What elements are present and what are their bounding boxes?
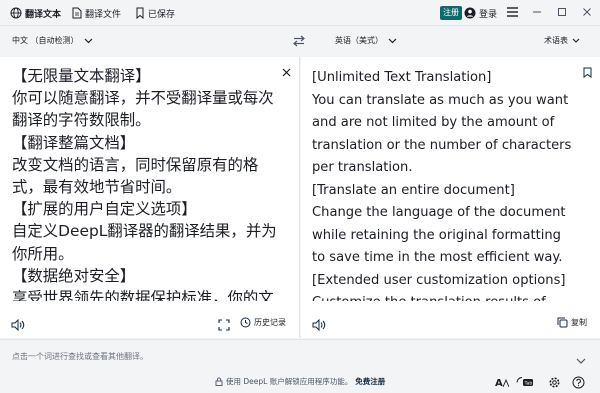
suggestion-bar: 点击一个词进行查找或查看其他翻译。	[0, 339, 600, 369]
swap-languages-icon[interactable]	[292, 33, 306, 52]
help-icon[interactable]	[572, 374, 585, 393]
copy-icon	[557, 317, 568, 328]
target-line: per translation.	[312, 160, 413, 175]
tab-label: 翻译文件	[85, 9, 122, 20]
tab-saved[interactable]: 已保存	[135, 4, 175, 22]
close-window-icon[interactable]	[580, 5, 594, 19]
target-line: translation or the number of characters	[312, 137, 572, 153]
target-line: [Translate an entire document]	[312, 182, 515, 198]
bottom-bar: 使用 DeepL 账户解锁应用程序功能。 免费注册 A Tab	[0, 370, 600, 393]
speaker-icon[interactable]	[312, 316, 326, 335]
language-bar: 中文 （自动检测） 英语（美式） 术语表	[0, 27, 600, 55]
target-language-label: 英语（美式）	[335, 36, 383, 45]
source-line: 改变文档的语言，同时保留原有的格	[12, 155, 259, 174]
history-icon	[240, 317, 251, 328]
title-bar: 翻译文本 翻译文件 已保存 注册 登录	[0, 0, 600, 26]
target-line: and are not limited by the amount of	[312, 115, 555, 130]
scan-text-icon[interactable]	[218, 316, 230, 335]
text-format-icon[interactable]: A	[495, 374, 510, 393]
source-panel: 【无限量文本翻译】 你可以随意翻译，并不受翻译量或每次 翻译的字符数限制。 【翻…	[0, 57, 300, 338]
promo-text: 使用 DeepL 账户解锁应用程序功能。	[226, 377, 353, 386]
source-line: 式，最有效地节省时间。	[12, 178, 182, 197]
chevron-down-icon[interactable]	[576, 350, 586, 369]
glossary-label: 术语表	[544, 36, 568, 45]
target-line: [Unlimited Text Translation]	[312, 70, 492, 85]
history-label: 历史记录	[254, 318, 286, 327]
login-label: 登录	[479, 9, 498, 20]
speaker-icon[interactable]	[11, 316, 25, 335]
source-panel-footer: 历史记录	[0, 308, 299, 338]
document-icon	[72, 7, 82, 19]
bookmark-icon	[136, 7, 144, 19]
tab-label: 已保存	[148, 9, 176, 20]
maximize-icon[interactable]	[555, 5, 569, 19]
target-language-select[interactable]: 英语（美式）	[335, 35, 397, 46]
svg-text:A: A	[495, 378, 503, 389]
target-line: while retaining the original formatting	[312, 227, 561, 243]
history-button[interactable]: 历史记录	[240, 317, 286, 328]
copy-button[interactable]: 复制	[557, 317, 587, 328]
source-line: 你可以随意翻译，并不受翻译量或每次	[12, 89, 274, 108]
bookmark-icon[interactable]	[583, 63, 592, 82]
source-language-label: 中文 （自动检测）	[12, 36, 79, 45]
source-text-area[interactable]: 【无限量文本翻译】 你可以随意翻译，并不受翻译量或每次 翻译的字符数限制。 【翻…	[12, 65, 282, 301]
target-line: [Extended user customization options]	[312, 272, 566, 288]
source-line: 你所用。	[12, 244, 74, 263]
user-icon	[464, 7, 476, 19]
account-promo: 使用 DeepL 账户解锁应用程序功能。 免费注册	[215, 376, 385, 387]
chevron-down-icon	[388, 38, 397, 43]
glossary-button[interactable]: 术语表	[544, 35, 580, 46]
keyboard-shortcut-icon[interactable]: Tab	[516, 374, 534, 393]
source-line: 【数据绝对安全】	[12, 266, 136, 285]
target-line: You can translate as much as you want	[312, 92, 569, 108]
source-language-select[interactable]: 中文 （自动检测）	[12, 35, 93, 46]
svg-text:Tab: Tab	[524, 381, 533, 387]
register-button[interactable]: 注册	[440, 6, 462, 20]
target-line: Change the language of the document	[312, 205, 566, 220]
tab-translate-files[interactable]: 翻译文件	[72, 4, 121, 22]
source-line: 【无限量文本翻译】	[12, 67, 151, 85]
menu-icon[interactable]	[505, 5, 519, 19]
chevron-down-icon	[84, 38, 92, 43]
target-panel-footer: 复制	[301, 308, 600, 338]
login-button[interactable]: 登录	[464, 5, 497, 21]
source-line: 享受世界领先的数据保护标准，你的文	[12, 289, 274, 301]
free-signup-link[interactable]: 免费注册	[355, 376, 385, 387]
tab-translate-text[interactable]: 翻译文本	[10, 4, 61, 22]
clear-text-icon[interactable]	[282, 62, 291, 81]
settings-icon[interactable]	[548, 374, 561, 393]
copy-label: 复制	[571, 318, 587, 327]
suggestion-hint: 点击一个词进行查找或查看其他翻译。	[12, 352, 148, 361]
source-line: 自定义DeepL翻译器的翻译结果，并为	[12, 222, 277, 241]
source-line: 【扩展的用户自定义选项】	[12, 200, 197, 219]
target-line: Customize the translation results of	[312, 292, 588, 301]
lock-icon	[215, 377, 223, 386]
tab-label: 翻译文本	[25, 9, 62, 20]
minimize-icon[interactable]	[530, 5, 544, 19]
target-text-area[interactable]: [Unlimited Text Translation] You can tra…	[312, 67, 588, 301]
source-line: 【翻译整篇文档】	[12, 133, 136, 152]
target-panel: [Unlimited Text Translation] You can tra…	[301, 57, 600, 338]
target-line: to save time in the most efficient way.	[312, 250, 563, 265]
globe-icon	[10, 7, 22, 19]
chevron-down-icon	[572, 38, 580, 43]
source-line: 翻译的字符数限制。	[12, 111, 151, 130]
